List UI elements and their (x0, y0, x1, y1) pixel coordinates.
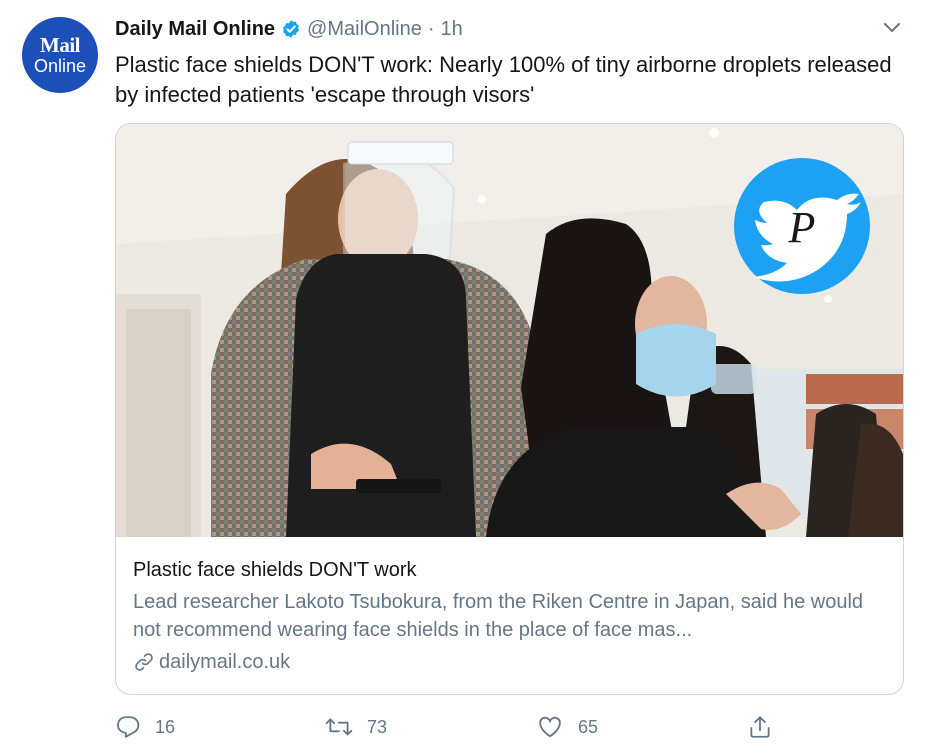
tweet-text: Plastic face shields DON'T work: Nearly … (115, 52, 892, 107)
avatar[interactable]: Mail Online (22, 17, 98, 93)
header-separator: · (427, 18, 435, 40)
card-title: Plastic face shields DON'T work (133, 559, 417, 581)
verified-badge-icon (281, 19, 301, 39)
card-body: Plastic face shields DON'T work Lead res… (133, 557, 893, 676)
like-button[interactable]: 65 (536, 710, 598, 744)
tweet-actions: 16 73 65 (115, 710, 815, 744)
reply-button[interactable]: 16 (115, 710, 175, 744)
card-image: P (116, 124, 903, 537)
author-name[interactable]: Daily Mail Online (115, 16, 275, 42)
retweet-count: 73 (367, 716, 388, 737)
author-handle[interactable]: @MailOnline (307, 16, 422, 42)
tweet-header: Daily Mail Online @MailOnline · 1h (115, 16, 463, 42)
retweet-button[interactable]: 73 (325, 710, 387, 744)
card-description: Lead researcher Lakoto Tsubokura, from t… (133, 591, 864, 641)
retweet-icon (325, 718, 353, 736)
tweet[interactable]: Mail Online Daily Mail Online @MailOnlin… (0, 0, 936, 753)
svg-text:P: P (788, 203, 816, 252)
tweet-timestamp[interactable]: 1h (441, 16, 463, 42)
link-card[interactable]: P Plastic face shields DON'T work Lead r… (115, 123, 904, 695)
link-icon (135, 653, 153, 671)
reply-icon (117, 716, 140, 738)
reply-count: 16 (155, 716, 176, 737)
card-domain-text: dailymail.co.uk (159, 651, 291, 673)
like-count: 65 (578, 716, 599, 737)
avatar-logo-line1: Mail (40, 32, 81, 57)
avatar-logo-line2: Online (33, 55, 87, 76)
card-domain: dailymail.co.uk (133, 648, 893, 676)
share-button[interactable] (747, 710, 787, 744)
heart-icon (539, 716, 561, 738)
share-icon (750, 716, 770, 738)
chevron-down-icon[interactable] (878, 14, 906, 42)
